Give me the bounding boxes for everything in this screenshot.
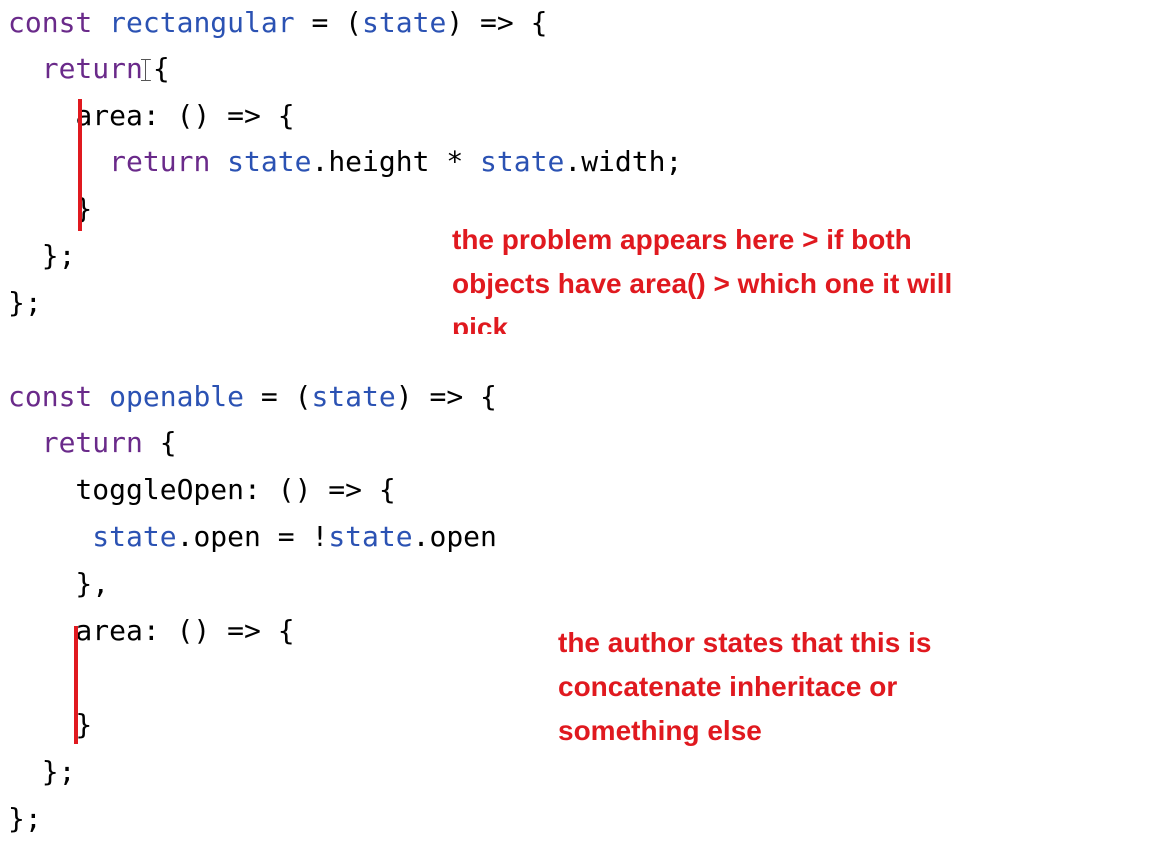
code-token: .open <box>412 520 497 553</box>
code-token: state <box>480 145 565 178</box>
code-token: state <box>227 145 312 178</box>
code-token: const <box>8 380 110 413</box>
annotation-top-line-1: the problem appears here > if both <box>452 224 912 255</box>
code-token: .height * <box>311 145 481 178</box>
code-token: = ( <box>294 6 363 39</box>
annotation-top: the problem appears here > if both objec… <box>452 218 1072 334</box>
code-token: state <box>328 520 413 553</box>
code-token: }, <box>8 567 110 600</box>
code-token: = ( <box>244 380 312 413</box>
highlight-bar-rect-area <box>78 99 82 231</box>
code-line: }; <box>8 236 76 276</box>
code-line: return { <box>8 423 177 463</box>
code-line: area: () => { <box>8 96 295 136</box>
code-line: }; <box>8 283 42 323</box>
code-token: ) => { <box>446 6 548 39</box>
annotation-top-line-2: objects have area() > which one it will <box>452 268 953 299</box>
code-line: state.open = !state.open <box>8 517 497 557</box>
code-token: ) => { <box>395 380 497 413</box>
code-token: .open = ! <box>176 520 329 553</box>
code-token: state <box>92 520 177 553</box>
annotation-bottom-line-3: something else <box>558 715 762 746</box>
code-token: }; <box>8 239 76 272</box>
code-token: state <box>311 380 396 413</box>
code-token: } <box>8 708 93 741</box>
annotation-bottom: the author states that this is concatena… <box>558 621 1118 761</box>
code-line: return { <box>8 49 170 89</box>
code-line: area: () => { <box>8 611 295 651</box>
code-token: .width; <box>564 145 683 178</box>
code-token: const <box>8 6 110 39</box>
code-token: toggleOpen: () => { <box>8 473 396 506</box>
code-token: rectangular <box>109 6 295 39</box>
code-line: }; <box>8 799 42 839</box>
code-token: }; <box>8 286 42 319</box>
code-token: openable <box>109 380 245 413</box>
text-cursor-icon <box>141 59 151 81</box>
code-token: area: () => { <box>8 614 295 647</box>
code-token: }; <box>8 802 42 835</box>
code-line: }; <box>8 752 76 792</box>
annotation-bottom-line-1: the author states that this is <box>558 627 932 658</box>
code-line: const rectangular = (state) => { <box>8 3 547 43</box>
code-token: { <box>142 426 177 459</box>
code-token: }; <box>8 755 76 788</box>
annotation-bottom-line-2: concatenate inheritace or <box>558 671 898 702</box>
code-token: return <box>41 426 143 459</box>
code-line: } <box>8 705 92 745</box>
code-token: area: () => { <box>8 99 295 132</box>
annotation-top-line-3: pick <box>452 312 509 334</box>
code-token: { <box>152 52 170 85</box>
code-token: return <box>109 145 228 178</box>
highlight-bar-openable-area <box>74 626 78 744</box>
code-token: return <box>41 52 143 85</box>
code-line: const openable = (state) => { <box>8 377 497 417</box>
code-line: }, <box>8 564 109 604</box>
code-line: toggleOpen: () => { <box>8 470 396 510</box>
code-token: state <box>362 6 447 39</box>
code-line: return state.height * state.width; <box>8 142 682 182</box>
